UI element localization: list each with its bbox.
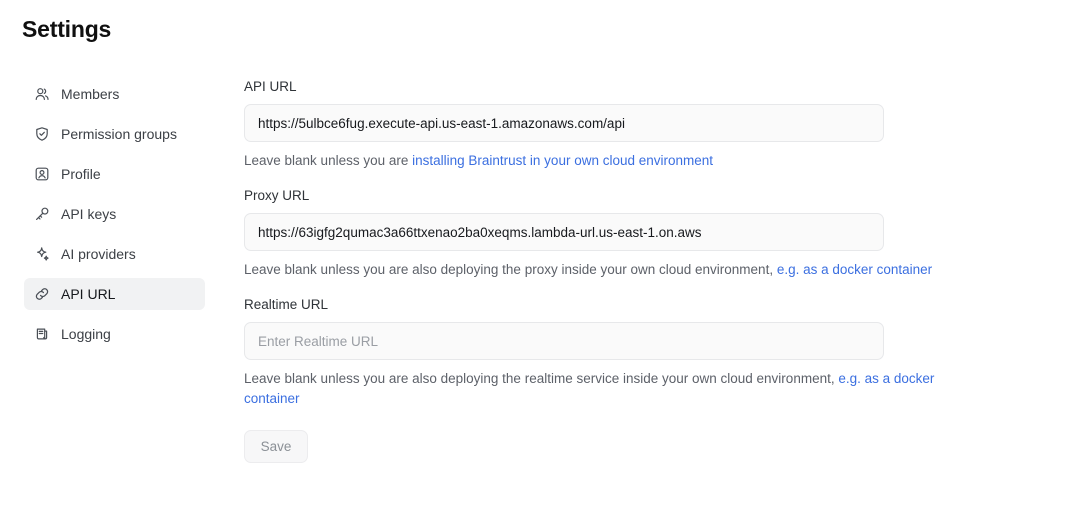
- proxy-url-input[interactable]: [244, 213, 884, 251]
- sidebar-item-profile[interactable]: Profile: [24, 158, 205, 190]
- field-group-api-url: API URL Leave blank unless you are insta…: [244, 78, 1004, 171]
- sidebar-item-label: AI providers: [61, 246, 136, 262]
- api-url-settings-form: API URL Leave blank unless you are insta…: [244, 78, 1004, 463]
- sparkle-icon: [34, 246, 50, 262]
- proxy-url-helper-text: Leave blank unless you are also deployin…: [244, 260, 986, 280]
- realtime-url-label: Realtime URL: [244, 297, 329, 312]
- sidebar-item-permission-groups[interactable]: Permission groups: [24, 118, 205, 150]
- sidebar-item-logging[interactable]: Logging: [24, 318, 205, 350]
- proxy-url-helper-link[interactable]: e.g. as a docker container: [777, 262, 932, 277]
- sidebar-item-label: API keys: [61, 206, 117, 222]
- field-group-realtime-url: Realtime URL Leave blank unless you are …: [244, 296, 1004, 409]
- scroll-icon: [34, 326, 50, 342]
- sidebar-item-ai-providers[interactable]: AI providers: [24, 238, 205, 270]
- field-group-proxy-url: Proxy URL Leave blank unless you are als…: [244, 187, 1004, 280]
- realtime-url-helper-prefix: Leave blank unless you are also deployin…: [244, 371, 839, 386]
- proxy-url-label: Proxy URL: [244, 188, 310, 203]
- sidebar-item-api-url[interactable]: API URL: [24, 278, 205, 310]
- api-url-helper-prefix: Leave blank unless you are: [244, 153, 413, 168]
- link-icon: [34, 286, 50, 302]
- api-url-label: API URL: [244, 79, 297, 94]
- shield-check-icon: [34, 126, 50, 142]
- sidebar-item-label: Logging: [61, 326, 111, 342]
- key-icon: [34, 206, 50, 222]
- api-url-helper-link[interactable]: installing Braintrust in your own cloud …: [412, 153, 713, 168]
- realtime-url-helper-text: Leave blank unless you are also deployin…: [244, 369, 986, 409]
- settings-sidebar: Members Permission groups Profile API ke…: [24, 78, 205, 358]
- api-url-helper-text: Leave blank unless you are installing Br…: [244, 151, 986, 171]
- sidebar-item-label: Members: [61, 86, 120, 102]
- users-icon: [34, 86, 50, 102]
- save-row: Save: [244, 430, 1004, 463]
- api-url-input[interactable]: [244, 104, 884, 142]
- sidebar-item-label: API URL: [61, 286, 116, 302]
- id-card-icon: [34, 166, 50, 182]
- save-button[interactable]: Save: [244, 430, 308, 463]
- sidebar-item-label: Profile: [61, 166, 101, 182]
- realtime-url-input[interactable]: [244, 322, 884, 360]
- sidebar-item-label: Permission groups: [61, 126, 177, 142]
- sidebar-item-members[interactable]: Members: [24, 78, 205, 110]
- page-title: Settings: [22, 16, 112, 42]
- sidebar-item-api-keys[interactable]: API keys: [24, 198, 205, 230]
- proxy-url-helper-prefix: Leave blank unless you are also deployin…: [244, 262, 777, 277]
